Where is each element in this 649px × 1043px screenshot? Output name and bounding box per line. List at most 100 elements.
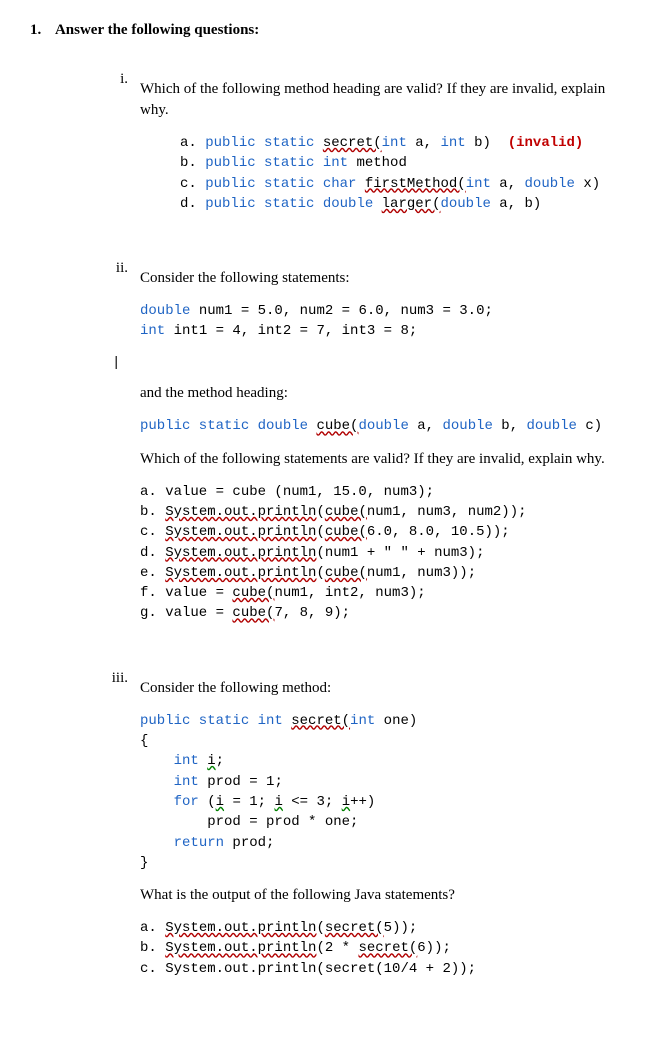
q3-b-sq2: secret(	[358, 940, 417, 956]
q1-d-sq: larger(	[382, 196, 441, 212]
q2-decl-kw2: int	[140, 323, 165, 339]
q2-decl2: int1 = 4, int2 = 7, int3 = 8;	[165, 323, 417, 339]
q2-h-p3: c)	[577, 418, 602, 434]
q2-decl: double num1 = 5.0, num2 = 6.0, num3 = 3.…	[140, 301, 619, 342]
q2-c-r2: 6.0, 8.0, 10.5));	[367, 524, 510, 540]
q3-l5-r3: <= 3;	[283, 794, 342, 810]
q3-prompt1: Consider the following method:	[140, 678, 619, 699]
q1-a-pre: a.	[180, 135, 205, 151]
q2-d-rest: (num1 + " " + num3);	[316, 545, 484, 561]
sub-q2-num: ii.	[100, 258, 140, 636]
q3-b-pre: b.	[140, 940, 165, 956]
q3-a-r1: (	[316, 920, 324, 936]
main-q-title: Answer the following questions:	[55, 22, 259, 38]
q2-prompt1: Consider the following statements:	[140, 268, 619, 289]
q1-b-pre: b.	[180, 155, 205, 171]
q3-a-pre: a.	[140, 920, 165, 936]
q3-b-sq: System.out.println	[165, 940, 316, 956]
q3-l2: {	[140, 733, 148, 749]
q2-decl-kw1: double	[140, 303, 190, 319]
q2-c-r1: (	[316, 524, 324, 540]
q3-l7-pre	[140, 835, 174, 851]
q2-e-sq2: cube(	[325, 565, 367, 581]
q1-c-r1: int	[466, 176, 491, 192]
q1-a-r2: a,	[407, 135, 441, 151]
q1-a-r4: b)	[466, 135, 508, 151]
q2-e-r2: num1, num3));	[367, 565, 476, 581]
q3-a-sq: System.out.println	[165, 920, 316, 936]
q3-l8: }	[140, 855, 148, 871]
q3-l4-pre	[140, 774, 174, 790]
q1-b-kw: public static int	[205, 155, 356, 171]
q3-l5-r2: = 1;	[224, 794, 274, 810]
q2-h-kw: public static double	[140, 418, 316, 434]
q2-c-sq: System.out.println	[165, 524, 316, 540]
q2-h-p1: a,	[409, 418, 443, 434]
q2-b-pre: b.	[140, 504, 165, 520]
q2-cursor: |	[112, 354, 619, 374]
q3-options: a. System.out.println( secret( 5)); b. Sys…	[140, 918, 619, 979]
q2-b-sq2: cube(	[325, 504, 367, 520]
q2-h-kw4: double	[527, 418, 577, 434]
q3-l3-sp	[199, 753, 207, 769]
q2-h-kw3: double	[442, 418, 492, 434]
q3-l5-r4: ++)	[350, 794, 375, 810]
q2-c-sq2: cube(	[325, 524, 367, 540]
q3-l4-kw: int	[174, 774, 199, 790]
q1-c-r2: a,	[491, 176, 525, 192]
q1-d-kw: public static double	[205, 196, 381, 212]
q2-g-sq: cube(	[232, 605, 274, 621]
q1-a-r1: int	[382, 135, 407, 151]
q1-c-r4: x)	[575, 176, 600, 192]
q2-e-sq: System.out.println	[165, 565, 316, 581]
q1-c-r3: double	[525, 176, 575, 192]
q3-l7-kw: return	[174, 835, 224, 851]
sub-q1-num: i.	[100, 69, 140, 226]
q1-a-kw: public static	[205, 135, 323, 151]
q2-f-pre: f. value =	[140, 585, 232, 601]
q1-a-r3: int	[440, 135, 465, 151]
q2-h-kw2: double	[358, 418, 408, 434]
q2-b-r1: (	[316, 504, 324, 520]
q2-d-sq: System.out.println	[165, 545, 316, 561]
q2-h-sq: cube(	[316, 418, 358, 434]
q2-b-sq: System.out.println	[165, 504, 316, 520]
q1-a-invalid: (invalid)	[508, 135, 584, 151]
q3-l1-sq: secret(	[291, 713, 350, 729]
q3-b-r1: (2 *	[316, 940, 358, 956]
q2-prompt2: and the method heading:	[140, 383, 619, 404]
q3-l4-rest: prod = 1;	[199, 774, 283, 790]
q3-method: public static int secret(int one) { int …	[140, 711, 619, 873]
q3-l5-pre	[140, 794, 174, 810]
q3-l5-r1: (	[199, 794, 216, 810]
q1-d-r1: double	[440, 196, 490, 212]
q3-l1-rest: one)	[375, 713, 417, 729]
q1-d-r2: a, b)	[491, 196, 541, 212]
q3-l3-sq: i	[207, 753, 215, 769]
q3-l1-kw: public static int	[140, 713, 291, 729]
q2-e-r1: (	[316, 565, 324, 581]
q3-l5-sq1: i	[216, 794, 224, 810]
q2-a: a. value = cube (num1, 15.0, num3);	[140, 484, 434, 500]
q3-l3-pre	[140, 753, 174, 769]
q3-l3-kw: int	[174, 753, 199, 769]
q2-b-r2: num1, num3, num2));	[367, 504, 527, 520]
q3-l5-sq3: i	[342, 794, 350, 810]
q3-prompt2: What is the output of the following Java…	[140, 885, 619, 906]
q2-prompt3: Which of the following statements are va…	[140, 449, 619, 470]
q3-l5-sq2: i	[274, 794, 282, 810]
sub-q3-num: iii.	[100, 668, 140, 991]
q3-l1-kw2: int	[350, 713, 375, 729]
q2-f-rest: num1, int2, num3);	[274, 585, 425, 601]
sub-question-3: iii. Consider the following method: publ…	[100, 668, 619, 991]
q3-c: c. System.out.println(secret(10/4 + 2));	[140, 961, 476, 977]
q3-a-r2: 5));	[384, 920, 418, 936]
q1-prompt: Which of the following method heading ar…	[140, 79, 619, 121]
q3-b-r2: 6));	[417, 940, 451, 956]
main-q-number: 1.	[30, 20, 52, 41]
q2-options: a. value = cube (num1, 15.0, num3); b. S…	[140, 482, 619, 624]
q2-g-rest: 7, 8, 9);	[274, 605, 350, 621]
q2-e-pre: e.	[140, 565, 165, 581]
q3-l7-rest: prod;	[224, 835, 274, 851]
q2-g-pre: g. value =	[140, 605, 232, 621]
